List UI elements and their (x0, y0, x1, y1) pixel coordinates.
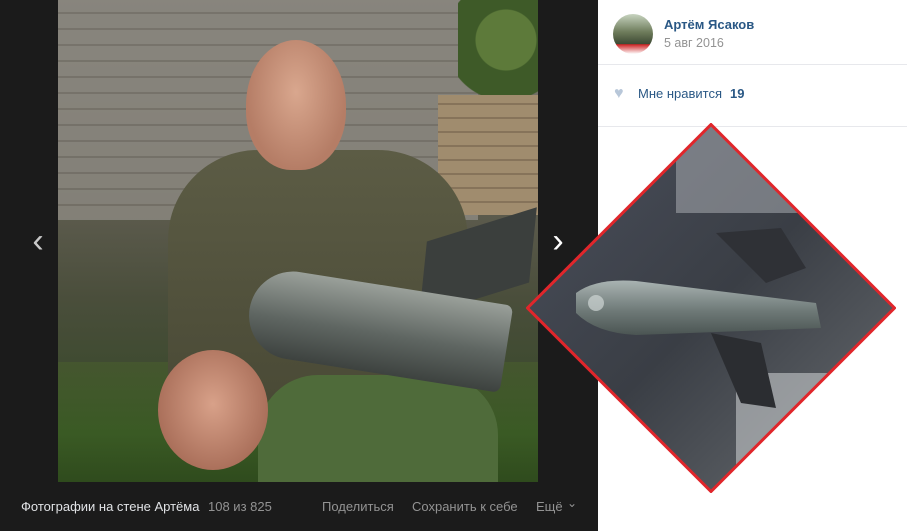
album-link[interactable]: Фотографии на стене Артёма (21, 499, 199, 514)
highlighted-bomb-photo (526, 123, 896, 493)
post-author: Артём Ясаков 5 авг 2016 (613, 14, 893, 64)
photo-person-kneeling (258, 375, 498, 482)
more-button[interactable]: Ещё (536, 499, 563, 514)
like-count: 19 (730, 86, 745, 101)
photo-person-kneeling-head (158, 350, 268, 470)
prev-photo-arrow-icon[interactable]: ‹ (26, 224, 50, 258)
post-date[interactable]: 5 авг 2016 (664, 36, 724, 50)
photo-viewer: ‹ › Фотографии на стене Артёма 108 из 82… (0, 0, 598, 531)
avatar[interactable] (613, 14, 653, 54)
divider (598, 64, 907, 65)
share-button[interactable]: Поделиться (322, 499, 394, 514)
photo-person-standing-head (246, 40, 346, 170)
heart-icon: ♥ (614, 85, 624, 102)
author-name[interactable]: Артём Ясаков (664, 17, 754, 32)
viewer-footer: Фотографии на стене Артёма 108 из 825 По… (0, 482, 598, 531)
like-label: Мне нравится (638, 86, 723, 101)
photo-counter: 108 из 825 (208, 499, 272, 514)
inset-image (526, 123, 896, 493)
photo-trees (458, 0, 538, 100)
main-photo[interactable] (58, 0, 538, 482)
save-to-profile-button[interactable]: Сохранить к себе (412, 499, 518, 514)
chevron-down-icon[interactable]: ⌄ (567, 496, 577, 510)
